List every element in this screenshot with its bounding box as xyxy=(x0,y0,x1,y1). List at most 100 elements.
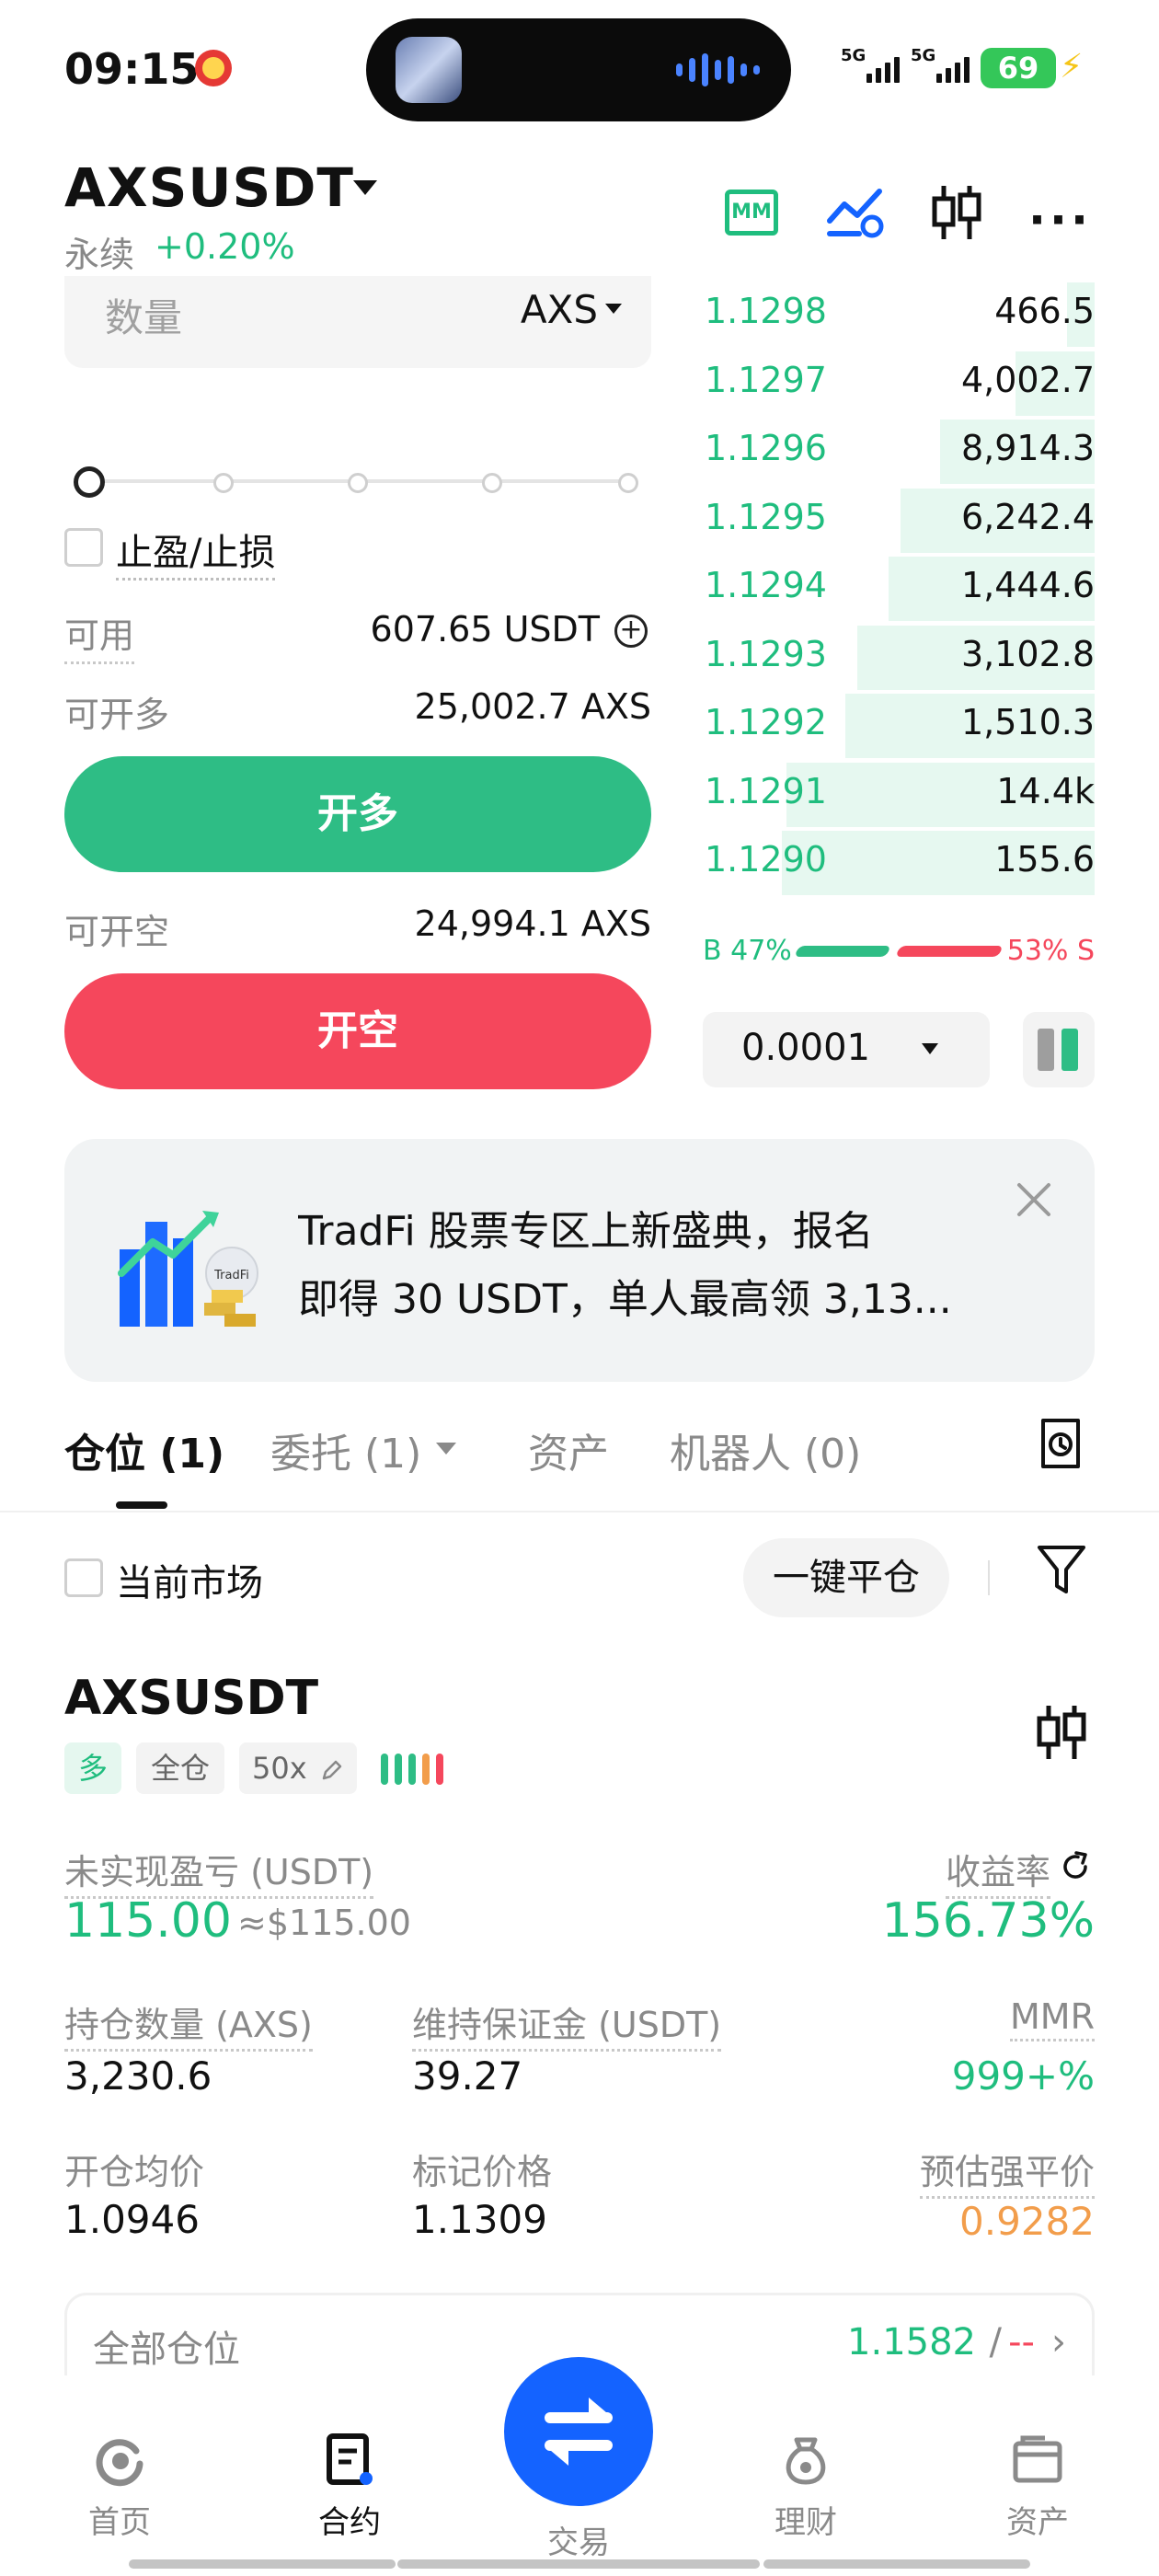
quantity-placeholder: 数量 xyxy=(105,295,183,340)
order-book-row[interactable]: 1.1295 6,242.4 xyxy=(699,486,1095,553)
tab-divider xyxy=(0,1511,1159,1512)
mm-mode-icon[interactable]: MM xyxy=(725,190,778,236)
more-options-icon[interactable]: ··· xyxy=(1028,193,1092,247)
trading-signal-icon[interactable] xyxy=(826,184,887,241)
book-layout-toggle-icon[interactable] xyxy=(1023,1012,1095,1087)
quantity-slider[interactable] xyxy=(74,466,644,498)
candlestick-chart-icon[interactable] xyxy=(929,182,984,243)
current-market-label[interactable]: 当前市场 xyxy=(116,1553,263,1606)
max-short-label: 可开空 xyxy=(64,912,170,952)
nav-earn[interactable]: 理财 xyxy=(741,2431,870,2542)
tpsl-label[interactable]: 止盈/止损 xyxy=(116,523,276,581)
chevron-right-icon[interactable]: › xyxy=(1051,2321,1066,2363)
precision-selector[interactable]: 0.0001 xyxy=(703,1012,990,1087)
futures-icon xyxy=(327,2433,373,2485)
unrealized-pnl-label[interactable]: 未实现盈亏 (USDT) xyxy=(64,1844,374,1899)
promo-banner[interactable]: TradFi TradFi 股票专区上新盛典，报名 即得 30 USDT，单人最… xyxy=(64,1139,1095,1382)
position-chart-icon[interactable] xyxy=(1034,1702,1089,1763)
unit-caret-down-icon[interactable] xyxy=(605,304,622,314)
order-book-row[interactable]: 1.1291 14.4k xyxy=(699,760,1095,827)
max-short-value: 24,994.1 AXS xyxy=(414,903,651,944)
open-long-button[interactable]: 开多 xyxy=(64,756,651,872)
open-short-button[interactable]: 开空 xyxy=(64,973,651,1089)
orders-caret-down-icon[interactable] xyxy=(436,1443,456,1455)
home-indicator-segment-1 xyxy=(129,2559,396,2569)
banner-text: TradFi 股票专区上新盛典，报名 即得 30 USDT，单人最高领 3,13… xyxy=(298,1198,1016,1334)
slider-stop-100[interactable] xyxy=(618,473,638,493)
mmr-label[interactable]: MMR xyxy=(1010,1996,1095,2041)
entry-price-value: 1.0946 xyxy=(64,2197,200,2242)
edit-pencil-icon[interactable] xyxy=(320,1758,344,1782)
tpsl-checkbox[interactable] xyxy=(64,528,103,567)
audio-wave-icon xyxy=(676,53,760,86)
stock-chart-illustration-icon: TradFi xyxy=(118,1211,258,1327)
bid-size: 6,242.4 xyxy=(960,496,1095,537)
filter-separator xyxy=(988,1560,990,1595)
unrealized-pnl-usd: ≈$115.00 xyxy=(237,1903,411,1943)
current-market-checkbox[interactable] xyxy=(64,1558,103,1597)
banner-line-2: 即得 30 USDT，单人最高领 3,13... xyxy=(298,1276,952,1323)
slider-stop-75[interactable] xyxy=(482,473,502,493)
maint-margin-label[interactable]: 维持保证金 (USDT) xyxy=(412,1996,722,2052)
quantity-input[interactable]: 数量 AXS xyxy=(64,276,651,368)
nav-home[interactable]: 首页 xyxy=(55,2431,184,2542)
bid-price: 1.1293 xyxy=(705,633,827,674)
slider-stop-25[interactable] xyxy=(213,473,234,493)
order-book-row[interactable]: 1.1293 3,102.8 xyxy=(699,623,1095,690)
nav-home-label: 首页 xyxy=(88,2504,151,2541)
bid-size: 155.6 xyxy=(994,839,1095,880)
order-book-row[interactable]: 1.1290 155.6 xyxy=(699,828,1095,895)
bid-size: 8,914.3 xyxy=(960,428,1095,468)
entry-price-label: 开仓均价 xyxy=(64,2152,205,2192)
leverage-badge[interactable]: 50x xyxy=(239,1742,357,1794)
symbol-selector[interactable]: AXSUSDT xyxy=(64,156,354,219)
tab-orders[interactable]: 委托 (1) xyxy=(270,1420,421,1479)
nav-futures-label: 合约 xyxy=(318,2504,381,2541)
slider-knob[interactable] xyxy=(74,466,105,498)
dynamic-island[interactable] xyxy=(366,18,791,121)
position-size-label[interactable]: 持仓数量 (AXS) xyxy=(64,1996,313,2052)
nav-trade-label[interactable]: 交易 xyxy=(504,2517,653,2562)
order-book-row[interactable]: 1.1297 4,002.7 xyxy=(699,349,1095,416)
status-bar: 09:15 5G 5G 69 ⚡ xyxy=(0,0,1159,138)
close-all-button[interactable]: 一键平仓 xyxy=(743,1538,949,1617)
symbol-caret-down-icon[interactable] xyxy=(353,180,377,195)
order-book-row[interactable]: 1.1292 1,510.3 xyxy=(699,691,1095,758)
mmr-value: 999+% xyxy=(951,2053,1095,2099)
position-symbol[interactable]: AXSUSDT xyxy=(64,1671,318,1726)
trade-button[interactable] xyxy=(504,2357,653,2506)
history-icon[interactable] xyxy=(1039,1417,1082,1470)
order-book-row[interactable]: 1.1298 466.5 xyxy=(699,280,1095,347)
active-tab-indicator xyxy=(116,1501,167,1509)
share-icon[interactable] xyxy=(1060,1851,1091,1882)
nav-assets[interactable]: 资产 xyxy=(973,2431,1102,2542)
order-book-row[interactable]: 1.1296 8,914.3 xyxy=(699,417,1095,484)
transfer-plus-icon[interactable]: + xyxy=(614,615,648,648)
quantity-unit-selector[interactable]: AXS xyxy=(521,287,598,332)
notification-emblem-icon xyxy=(195,50,232,86)
swap-arrows-icon xyxy=(545,2398,613,2466)
close-icon[interactable] xyxy=(1014,1179,1054,1220)
liq-price-label[interactable]: 预估强平价 xyxy=(919,2144,1095,2199)
tab-assets[interactable]: 资产 xyxy=(528,1420,609,1479)
all-positions-label: 全部仓位 xyxy=(93,2329,240,2371)
all-positions-dash: -- xyxy=(1008,2321,1035,2363)
bid-size: 4,002.7 xyxy=(960,359,1095,400)
nav-futures[interactable]: 合约 xyxy=(285,2431,414,2542)
order-book-row[interactable]: 1.1294 1,444.6 xyxy=(699,554,1095,621)
network-label-1: 5G xyxy=(841,46,866,65)
bid-size: 3,102.8 xyxy=(960,633,1095,674)
bid-size: 466.5 xyxy=(994,291,1095,331)
tab-positions[interactable]: 仓位 (1) xyxy=(64,1420,224,1479)
battery-icon: 69 xyxy=(981,48,1056,88)
filter-icon[interactable] xyxy=(1036,1542,1087,1597)
earn-icon xyxy=(786,2437,826,2485)
tab-bots[interactable]: 机器人 (0) xyxy=(670,1420,861,1479)
precision-caret-down-icon xyxy=(922,1043,938,1054)
sell-ratio: 53% S xyxy=(1006,935,1095,967)
bid-price: 1.1297 xyxy=(705,359,827,400)
slider-stop-50[interactable] xyxy=(348,473,368,493)
roe-label[interactable]: 收益率 xyxy=(945,1844,1050,1899)
nav-assets-label: 资产 xyxy=(1006,2504,1069,2541)
sell-ratio-bar xyxy=(895,946,1004,957)
